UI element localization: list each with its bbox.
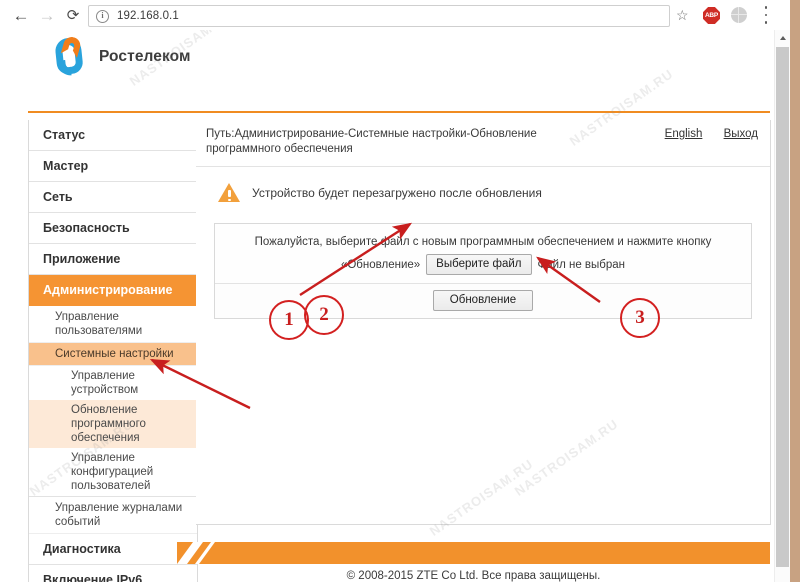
sidebar-item-diagnostics[interactable]: Диагностика bbox=[29, 534, 197, 565]
sidebar-item-status[interactable]: Статус bbox=[29, 120, 197, 151]
reboot-notice-text: Устройство будет перезагружено после обн… bbox=[252, 186, 542, 200]
no-file-selected-text: Файл не выбран bbox=[537, 258, 626, 271]
top-right-links: English Выход bbox=[647, 128, 758, 140]
site-info-icon[interactable]: i bbox=[96, 9, 109, 23]
file-picker-line: «Обновление» Выберите файл Файл не выбра… bbox=[225, 254, 741, 275]
scrollbar-thumb[interactable] bbox=[776, 47, 789, 567]
sidebar-item-administration[interactable]: Администрирование bbox=[29, 275, 197, 306]
sidebar-item-user-management[interactable]: Управление пользователями bbox=[29, 306, 197, 343]
sidebar-item-firmware-update[interactable]: Обновление программного обеспечения bbox=[29, 400, 197, 448]
site-header: Ростелеком bbox=[0, 30, 773, 82]
breadcrumb: Путь:Администрирование-Системные настрой… bbox=[206, 128, 537, 155]
sidebar-navigation: Статус Мастер Сеть Безопасность Приложен… bbox=[28, 120, 198, 582]
brand-name: Ростелеком bbox=[99, 48, 191, 65]
sidebar-item-event-log-management[interactable]: Управление журналами событий bbox=[29, 497, 197, 534]
address-bar[interactable]: i 192.168.0.1 bbox=[88, 5, 670, 27]
sidebar-item-security[interactable]: Безопасность bbox=[29, 213, 197, 244]
back-button[interactable]: ← bbox=[10, 4, 32, 26]
sidebar-item-system-settings[interactable]: Системные настройки bbox=[29, 343, 197, 366]
warning-triangle-icon bbox=[218, 183, 240, 203]
content-panel: Путь:Администрирование-Системные настрой… bbox=[196, 120, 771, 525]
reboot-notice: Устройство будет перезагружено после обн… bbox=[196, 167, 770, 219]
window-right-edge bbox=[790, 0, 800, 582]
submit-row: Обновление bbox=[215, 284, 751, 318]
quoted-update-label: «Обновление» bbox=[340, 258, 421, 271]
firmware-upload-form: Пожалуйста, выберите файл с новым програ… bbox=[214, 223, 752, 319]
update-button[interactable]: Обновление bbox=[432, 290, 534, 311]
forward-button[interactable]: → bbox=[36, 4, 58, 26]
brand-logo: Ростелеком bbox=[48, 35, 191, 78]
sidebar-item-user-config-management[interactable]: Управление конфигурацией пользователей bbox=[29, 448, 197, 497]
browser-chrome: ← → ⟳ i 192.168.0.1 ☆ ABP bbox=[0, 0, 800, 31]
instruction-text: Пожалуйста, выберите файл с новым програ… bbox=[254, 236, 712, 248]
url-text: 192.168.0.1 bbox=[117, 10, 179, 22]
sidebar-item-device-management[interactable]: Управление устройством bbox=[29, 366, 197, 400]
reload-button[interactable]: ⟳ bbox=[62, 4, 84, 26]
sidebar-item-application[interactable]: Приложение bbox=[29, 244, 197, 275]
sidebar-item-wizard[interactable]: Мастер bbox=[29, 151, 197, 182]
page-viewport: Ростелеком Статус Мастер Сеть Безопаснос… bbox=[0, 30, 773, 582]
bookmark-star-icon[interactable]: ☆ bbox=[676, 7, 689, 24]
header-divider bbox=[28, 111, 770, 113]
footer-bar bbox=[177, 542, 770, 564]
rostelecom-ear-logo-icon bbox=[48, 35, 90, 78]
profile-avatar-icon[interactable] bbox=[731, 7, 747, 23]
vertical-scrollbar[interactable] bbox=[774, 30, 790, 582]
logout-link[interactable]: Выход bbox=[724, 128, 758, 140]
footer-slash-decoration-2 bbox=[195, 542, 215, 564]
sidebar-item-ipv6-enable[interactable]: Включение IPv6 bbox=[29, 565, 197, 582]
breadcrumb-bar: Путь:Администрирование-Системные настрой… bbox=[196, 120, 770, 167]
language-link[interactable]: English bbox=[665, 128, 703, 140]
browser-menu-icon[interactable] bbox=[764, 6, 768, 24]
choose-file-button[interactable]: Выберите файл bbox=[426, 254, 532, 275]
instruction-row: Пожалуйста, выберите файл с новым програ… bbox=[215, 224, 751, 284]
sidebar-item-network[interactable]: Сеть bbox=[29, 182, 197, 213]
scroll-up-arrow-icon[interactable] bbox=[775, 30, 790, 46]
copyright-text: © 2008-2015 ZTE Co Ltd. Все права защище… bbox=[346, 570, 601, 582]
adblock-plus-icon[interactable]: ABP bbox=[703, 7, 720, 24]
